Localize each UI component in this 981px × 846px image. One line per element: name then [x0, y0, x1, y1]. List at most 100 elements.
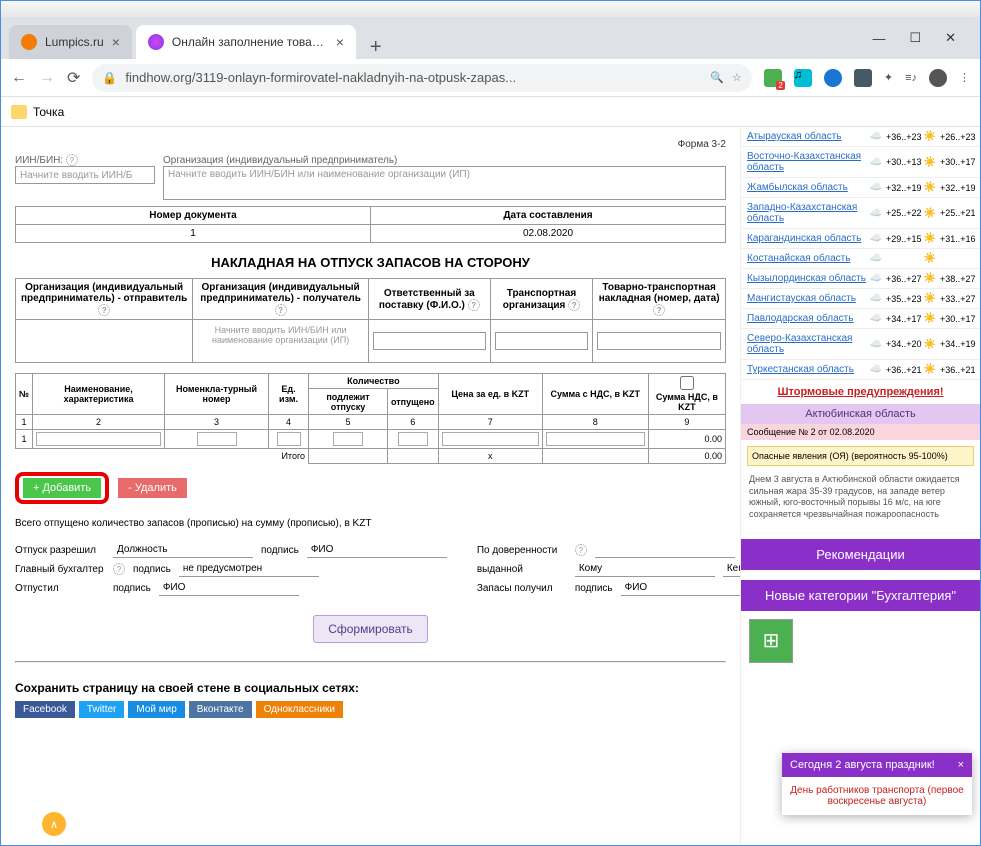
col-sum: Сумма с НДС, в KZT [542, 374, 648, 415]
extensions-button[interactable]: ✦ [884, 71, 893, 84]
close-window-button[interactable]: ✕ [945, 30, 956, 46]
close-icon[interactable]: × [112, 34, 120, 50]
scroll-top-button[interactable]: ∧ [42, 812, 66, 836]
weather-region-link[interactable]: Западно-Казахстанская область [747, 202, 866, 224]
url-text: findhow.org/3119-onlayn-formirovatel-nak… [125, 70, 702, 85]
doc-date-header: Дата составления [371, 207, 726, 225]
tab-title: Онлайн заполнение товарной н [172, 35, 328, 49]
tab-findhow[interactable]: Онлайн заполнение товарной н × [136, 25, 356, 59]
tab-lumpics[interactable]: Lumpics.ru × [9, 25, 132, 59]
weather-icon: ☁️ [866, 182, 886, 193]
received-fio-input[interactable] [621, 580, 740, 596]
item-qtydue-input[interactable] [333, 432, 363, 446]
weather-region-link[interactable]: Северо-Казахстанская область [747, 333, 866, 355]
weather-region-link[interactable]: Восточно-Казахстанская область [747, 151, 866, 173]
item-sum-input[interactable] [546, 432, 645, 446]
position-input[interactable] [113, 542, 253, 558]
col-qty-due: подлежит отпуску [309, 389, 388, 415]
reading-list-icon[interactable]: ≡♪ [905, 72, 917, 84]
extension-icon[interactable]: ♫ [794, 69, 812, 87]
new-categories-header[interactable]: Новые категории "Бухгалтерия" [741, 580, 980, 611]
back-button[interactable]: ← [11, 69, 27, 87]
close-icon[interactable]: × [336, 34, 344, 50]
org-input[interactable]: Начните вводить ИИН/БИН или наименование… [163, 166, 726, 200]
weather-icon: ☀️ [920, 364, 940, 375]
weather-icon: ☁️ [866, 273, 886, 284]
weather-region-link[interactable]: Павлодарская область [747, 313, 866, 324]
doc-no-header: Номер документа [16, 207, 371, 225]
vat-checkbox[interactable] [652, 376, 722, 390]
fio-input[interactable] [307, 542, 447, 558]
social-button[interactable]: Одноклассники [256, 701, 343, 718]
item-price-input[interactable] [442, 432, 539, 446]
weather-icon: ☁️ [866, 293, 886, 304]
favicon-icon [148, 34, 164, 50]
receiver-input[interactable]: Начните вводить ИИН/БИН или наименование… [197, 323, 364, 359]
weather-region-link[interactable]: Костанайская область [747, 253, 866, 264]
weather-icon: ☀️ [920, 208, 940, 219]
extension-icon[interactable] [824, 69, 842, 87]
tab-title: Lumpics.ru [45, 35, 104, 49]
weather-region-link[interactable]: Атырауская область [747, 131, 866, 142]
item-name-input[interactable] [36, 432, 161, 446]
item-qtyrel-input[interactable] [398, 432, 428, 446]
generate-button[interactable]: Сформировать [313, 615, 428, 643]
receiver-header: Организация (индивидуальный предпринимат… [193, 279, 369, 320]
doc-date-value[interactable]: 02.08.2020 [371, 225, 726, 243]
social-button[interactable]: Вконтакте [189, 701, 252, 718]
weather-icon: ☀️ [920, 157, 940, 168]
minimize-button[interactable]: — [872, 31, 885, 46]
notif-title: Сегодня 2 августа праздник! [790, 759, 935, 771]
item-unit-input[interactable] [277, 432, 301, 446]
new-tab-button[interactable]: + [360, 36, 392, 59]
search-in-page-icon[interactable]: 🔍 [710, 71, 724, 84]
ttn-input[interactable] [597, 332, 721, 350]
address-bar[interactable]: 🔒 findhow.org/3119-onlayn-formirovatel-n… [92, 64, 751, 92]
social-button[interactable]: Facebook [15, 701, 75, 718]
calculator-icon[interactable]: ⊞ [749, 619, 793, 663]
menu-button[interactable]: ⋮ [959, 71, 970, 84]
extension-icon[interactable] [854, 69, 872, 87]
proxy-input[interactable] [595, 542, 735, 558]
col-name: Наименование, характеристика [33, 374, 165, 415]
notif-close-icon[interactable]: × [958, 759, 964, 771]
kem-input[interactable] [723, 561, 740, 577]
profile-avatar[interactable] [929, 69, 947, 87]
delete-row-button[interactable]: - Удалить [118, 478, 187, 498]
weather-region-link[interactable]: Жамбылская область [747, 182, 866, 193]
notif-body: День работников транспорта (первое воскр… [782, 777, 972, 815]
weather-region-link[interactable]: Мангистауская область [747, 293, 866, 304]
kom-input[interactable] [575, 561, 715, 577]
sender-input[interactable] [20, 323, 188, 359]
col-no: № [16, 374, 33, 415]
favicon-icon [21, 34, 37, 50]
region-header: Актюбинская область [741, 404, 980, 424]
doc-no-value[interactable]: 1 [16, 225, 371, 243]
sender-header: Организация (индивидуальный предпринимат… [16, 279, 193, 320]
table-row: 1 0.00 [16, 430, 726, 449]
star-icon[interactable]: ☆ [732, 71, 742, 84]
add-row-button[interactable]: + Добавить [23, 478, 101, 498]
iin-input[interactable]: Начните вводить ИИН/Б [15, 166, 155, 184]
item-nomen-input[interactable] [197, 432, 237, 446]
forward-button[interactable]: → [39, 69, 55, 87]
responsible-input[interactable] [373, 332, 486, 350]
storm-warning-link[interactable]: Штормовые предупреждения! [777, 386, 943, 398]
maximize-button[interactable]: ☐ [909, 30, 921, 46]
chief-acc-input[interactable] [179, 561, 319, 577]
notification-popup: Сегодня 2 августа праздник! × День работ… [782, 753, 972, 815]
weather-icon: ☀️ [920, 253, 940, 264]
extension-icon[interactable]: 2 [764, 69, 782, 87]
total-text: Всего отпущено количество запасов (пропи… [15, 518, 726, 529]
weather-region-link[interactable]: Кызылординская область [747, 273, 866, 284]
released-fio-input[interactable] [159, 580, 299, 596]
add-button-highlight: + Добавить [15, 472, 109, 504]
social-button[interactable]: Twitter [79, 701, 124, 718]
social-button[interactable]: Мой мир [128, 701, 184, 718]
reload-button[interactable]: ⟳ [67, 68, 80, 88]
transport-input[interactable] [495, 332, 589, 350]
bookmark-item[interactable]: Точка [33, 105, 64, 119]
recommendations-header[interactable]: Рекомендации [741, 539, 980, 570]
weather-region-link[interactable]: Туркестанская область [747, 364, 866, 375]
weather-region-link[interactable]: Карагандинская область [747, 233, 866, 244]
